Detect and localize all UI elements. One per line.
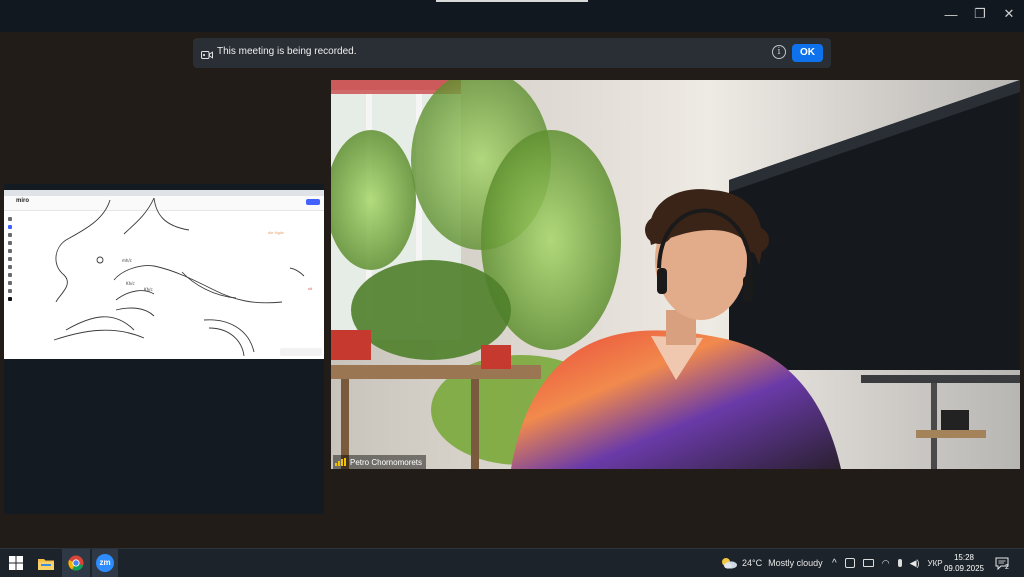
chrome-icon [68, 555, 84, 571]
recording-camera-icon [201, 47, 213, 65]
whiteboard-sketch: mh/c Kh/c Kh/c [53, 197, 305, 357]
cloudy-weather-icon [722, 558, 737, 569]
participant-name: Petro Chornomorets [350, 457, 423, 467]
windows-taskbar: zm 24°C Mostly cloudy ^ ◠ ◀) УКР 15:28 0… [0, 548, 1024, 577]
recording-banner: This meeting is being recorded. i OK [193, 38, 831, 68]
taskbar-clock[interactable]: 15:28 09.09.2025 [940, 552, 988, 574]
wifi-icon[interactable]: ◠ [882, 558, 890, 569]
start-icon [9, 556, 23, 570]
svg-text:Kh/c: Kh/c [144, 287, 153, 292]
restore-button[interactable]: ❐ [965, 4, 995, 24]
info-icon[interactable]: i [772, 45, 786, 59]
svg-text:Kh/c: Kh/c [126, 281, 135, 286]
minimize-button[interactable]: — [936, 4, 966, 24]
clock-date: 09.09.2025 [943, 564, 985, 573]
weather-temperature: 24°C [742, 558, 763, 568]
svg-text:mh/c: mh/c [122, 258, 132, 263]
sketch-annotation: dle ölgtis [268, 230, 284, 235]
miro-zoom-controls [280, 348, 322, 356]
weather-description: Mostly cloudy [768, 558, 823, 568]
zoom-icon: zm [96, 554, 114, 572]
microphone-icon[interactable] [897, 559, 902, 567]
notification-center-button[interactable]: 2 [990, 549, 1014, 577]
close-button[interactable]: ✕ [994, 4, 1024, 24]
battery-icon[interactable] [862, 559, 874, 567]
title-drag-handle[interactable] [436, 0, 588, 2]
sketch-annotation: slt [308, 286, 312, 291]
clock-time: 15:28 [953, 553, 975, 562]
taskbar-file-explorer[interactable] [32, 549, 60, 577]
meet-now-icon[interactable] [844, 558, 855, 568]
participant-name-tag: Petro Chornomorets [333, 455, 427, 469]
notification-count-badge: 2 [1005, 564, 1009, 571]
taskbar-zoom[interactable]: zm [92, 549, 118, 577]
volume-icon[interactable]: ◀) [910, 558, 920, 569]
participant-video[interactable]: Petro Chornomorets [331, 80, 1020, 469]
shared-screen-miro-board[interactable]: miro mh/c Kh/c Kh/c dle ölgtis slt [4, 190, 324, 359]
recording-message: This meeting is being recorded. [217, 46, 357, 57]
taskbar-chrome[interactable] [62, 549, 90, 577]
system-tray: ^ ◠ ◀) УКР [832, 549, 943, 577]
chevron-up-icon[interactable]: ^ [832, 558, 837, 569]
ok-button[interactable]: OK [792, 44, 823, 62]
window-titlebar: — ❐ ✕ [0, 0, 1024, 32]
weather-widget[interactable]: 24°C Mostly cloudy [720, 549, 823, 577]
file-explorer-icon [38, 558, 54, 570]
connection-signal-icon [335, 458, 346, 466]
start-button[interactable] [2, 549, 30, 577]
video-frame-image [331, 80, 1020, 469]
